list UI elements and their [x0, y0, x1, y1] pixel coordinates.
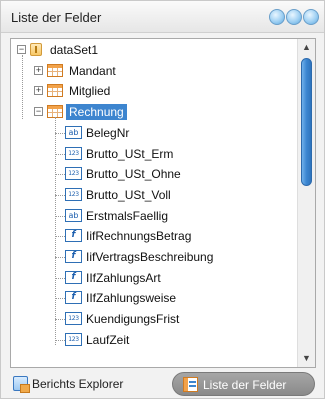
- tree-item-label: Rechnung: [66, 104, 127, 121]
- tree-item-label: ErstmalsFaellig: [86, 208, 169, 223]
- table-icon: [47, 63, 63, 77]
- text-field-icon: ab: [65, 125, 82, 139]
- minimize-button[interactable]: [269, 9, 285, 25]
- title-bar: Liste der Felder: [1, 1, 324, 33]
- tree-connector: [55, 319, 65, 321]
- tree-connector: [55, 257, 65, 258]
- tree-item-label: IifRechnungsBetrag: [86, 229, 192, 244]
- close-button[interactable]: [303, 9, 319, 25]
- tree-connector: [55, 174, 65, 176]
- numeric-field-icon: 123: [65, 167, 82, 181]
- scroll-down-arrow-icon[interactable]: ▼: [298, 350, 315, 367]
- tree-item-label: KuendigungsFrist: [86, 312, 180, 327]
- tree-item-table[interactable]: + Mitglied: [11, 81, 298, 101]
- tree-item-label: IIfZahlungsArt: [86, 270, 161, 285]
- tree-item-label: Brutto_USt_Ohne: [86, 167, 181, 182]
- numeric-field-icon: 123: [65, 187, 82, 201]
- formula-field-icon: f: [65, 250, 82, 263]
- tree-item-label: Brutto_USt_Voll: [86, 187, 171, 202]
- scrollbar-thumb[interactable]: [301, 58, 312, 186]
- tree-item-label: Brutto_USt_Erm: [86, 146, 174, 161]
- tree-connector: [55, 236, 65, 238]
- vertical-scrollbar[interactable]: ▲ ▼: [297, 39, 315, 367]
- formula-field-icon: f: [65, 229, 82, 243]
- tree-connector: [55, 339, 65, 341]
- expand-toggle-icon[interactable]: +: [34, 65, 43, 75]
- tree-connector: [55, 132, 65, 134]
- tab-label: Berichts Explorer: [32, 377, 124, 391]
- tab-label: Liste der Felder: [203, 378, 287, 392]
- field-tree-view[interactable]: − dataSet1 + Mandant + Mitglied − Rechnung ab Bel…: [10, 38, 316, 368]
- tree-item-table[interactable]: + Mandant: [11, 61, 298, 81]
- numeric-field-icon: 123: [65, 146, 82, 160]
- numeric-field-icon: 123: [65, 332, 82, 346]
- formula-field-icon: f: [65, 291, 82, 305]
- tree-item-dataset[interactable]: − dataSet1: [11, 40, 298, 60]
- tree-connector: [22, 55, 23, 120]
- tree-item-label: BelegNr: [86, 125, 130, 140]
- tree-item-label: dataSet1: [50, 43, 99, 57]
- tree-connector: [55, 117, 56, 345]
- panel-tabs: Berichts Explorer Liste der Felder: [1, 372, 324, 398]
- database-icon: [30, 43, 42, 56]
- tree-item-label: Mitglied: [69, 84, 111, 99]
- tree-item-label: LaufZeit: [86, 332, 130, 347]
- collapse-toggle-icon[interactable]: −: [17, 45, 26, 54]
- report-explorer-icon: [13, 376, 30, 393]
- expand-toggle-icon[interactable]: +: [34, 86, 43, 96]
- text-field-icon: ab: [65, 208, 82, 222]
- table-icon: [47, 84, 63, 98]
- tree-item-label: IifVertragsBeschreibung: [86, 250, 214, 264]
- tab-liste-der-felder[interactable]: Liste der Felder: [172, 372, 315, 396]
- collapse-toggle-icon[interactable]: −: [34, 107, 43, 117]
- formula-field-icon: f: [65, 270, 82, 284]
- tree-item-label: Mandant: [69, 63, 116, 78]
- tree-connector: [55, 194, 65, 196]
- field-list-panel: Liste der Felder − dataSet1 + Mandant + Mitgl…: [0, 0, 325, 399]
- maximize-button[interactable]: [286, 9, 302, 25]
- tree-connector: [55, 298, 65, 300]
- panel-title: Liste der Felder: [11, 10, 102, 25]
- tree-connector: [55, 277, 65, 279]
- tree-connector: [55, 153, 65, 155]
- scroll-up-arrow-icon[interactable]: ▲: [298, 39, 315, 56]
- numeric-field-icon: 123: [65, 312, 82, 326]
- tab-berichts-explorer[interactable]: Berichts Explorer: [7, 372, 157, 396]
- tree-connector: [55, 215, 65, 217]
- field-list-icon: [183, 377, 198, 392]
- tree-item-label: IIfZahlungsweise: [86, 291, 177, 306]
